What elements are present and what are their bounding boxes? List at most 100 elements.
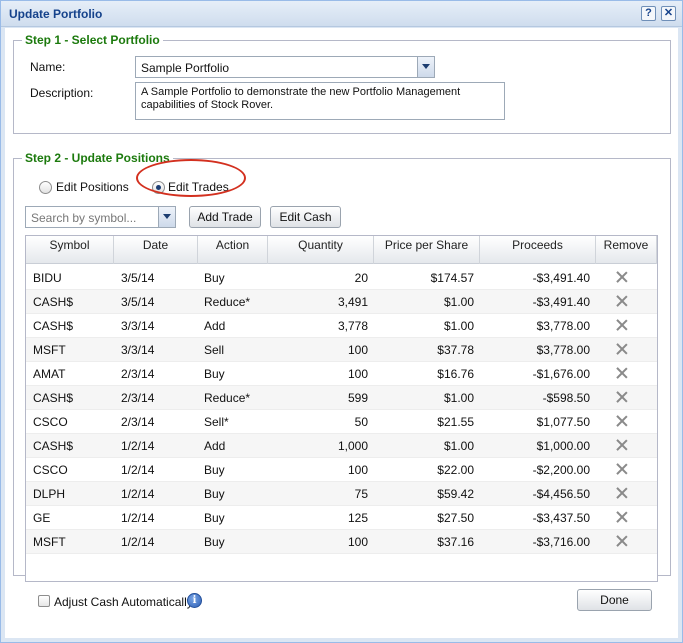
cell-action: Reduce* xyxy=(204,295,251,309)
cell-price: $1.00 xyxy=(443,391,474,405)
remove-row-x-icon[interactable] xyxy=(616,271,628,283)
cell-quantity: 50 xyxy=(354,415,368,429)
table-row[interactable]: MSFT 1/2/14 Buy 100 $37.16 -$3,716.00 xyxy=(26,530,657,554)
col-price[interactable]: Price per Share xyxy=(374,236,480,264)
description-field[interactable]: A Sample Portfolio to demonstrate the ne… xyxy=(135,82,505,120)
dialog-title: Update Portfolio xyxy=(9,7,103,21)
cell-price: $1.00 xyxy=(443,295,474,309)
table-row[interactable]: MSFT 3/3/14 Sell 100 $37.78 $3,778.00 xyxy=(26,338,657,362)
cell-date: 3/3/14 xyxy=(121,343,155,357)
remove-row-x-icon[interactable] xyxy=(616,367,628,379)
step1-fieldset: Step 1 - Select Portfolio Name: Sample P… xyxy=(13,33,671,134)
grid-header: Symbol Date Action Quantity Price per Sh… xyxy=(26,236,657,264)
cell-proceeds: $3,778.00 xyxy=(536,343,590,357)
remove-row-x-icon[interactable] xyxy=(616,295,628,307)
step2-legend: Step 2 - Update Positions xyxy=(22,151,173,165)
symbol-search-combo[interactable]: Search by symbol... xyxy=(25,206,176,228)
adjust-cash-label[interactable]: Adjust Cash Automatically xyxy=(54,595,193,609)
symbol-search-placeholder[interactable]: Search by symbol... xyxy=(31,211,136,225)
col-remove[interactable]: Remove xyxy=(596,236,657,264)
cell-action: Add xyxy=(204,319,226,333)
cell-action: Buy xyxy=(204,271,225,285)
cell-proceeds: $1,077.50 xyxy=(536,415,590,429)
col-proceeds[interactable]: Proceeds xyxy=(480,236,596,264)
cell-symbol: CSCO xyxy=(33,463,68,477)
table-row[interactable]: CASH$ 1/2/14 Add 1,000 $1.00 $1,000.00 xyxy=(26,434,657,458)
table-row[interactable]: DLPH 1/2/14 Buy 75 $59.42 -$4,456.50 xyxy=(26,482,657,506)
portfolio-dropdown-trigger[interactable] xyxy=(417,57,434,77)
edit-positions-label[interactable]: Edit Positions xyxy=(56,180,129,194)
cell-date: 1/2/14 xyxy=(121,511,155,525)
cell-proceeds: -$3,437.50 xyxy=(532,511,590,525)
cell-date: 1/2/14 xyxy=(121,439,155,453)
portfolio-name-combo[interactable]: Sample Portfolio xyxy=(135,56,435,78)
close-icon[interactable]: ✕ xyxy=(661,6,676,21)
cell-date: 1/2/14 xyxy=(121,535,155,549)
cell-price: $1.00 xyxy=(443,439,474,453)
cell-date: 3/3/14 xyxy=(121,319,155,333)
dialog-titlebar[interactable]: Update Portfolio ? ✕ xyxy=(1,1,682,27)
edit-cash-button[interactable]: Edit Cash xyxy=(270,206,341,228)
update-portfolio-dialog: Update Portfolio ? ✕ Step 1 - Select Por… xyxy=(0,0,683,643)
add-trade-button[interactable]: Add Trade xyxy=(189,206,261,228)
trades-grid: Symbol Date Action Quantity Price per Sh… xyxy=(25,235,658,582)
cell-action: Add xyxy=(204,439,226,453)
remove-row-x-icon[interactable] xyxy=(616,463,628,475)
cell-quantity: 599 xyxy=(347,391,368,405)
col-date[interactable]: Date xyxy=(114,236,198,264)
cell-date: 2/3/14 xyxy=(121,391,155,405)
remove-row-x-icon[interactable] xyxy=(616,319,628,331)
table-row[interactable]: GE 1/2/14 Buy 125 $27.50 -$3,437.50 xyxy=(26,506,657,530)
table-row[interactable]: AMAT 2/3/14 Buy 100 $16.76 -$1,676.00 xyxy=(26,362,657,386)
remove-row-x-icon[interactable] xyxy=(616,343,628,355)
table-row[interactable]: CASH$ 3/5/14 Reduce* 3,491 $1.00 -$3,491.40 xyxy=(26,290,657,314)
info-icon[interactable]: i xyxy=(187,593,202,608)
col-quantity[interactable]: Quantity xyxy=(268,236,374,264)
chevron-down-icon xyxy=(163,214,171,219)
table-row[interactable]: BIDU 3/5/14 Buy 20 $174.57 -$3,491.40 xyxy=(26,266,657,290)
cell-proceeds: $3,778.00 xyxy=(536,319,590,333)
remove-row-x-icon[interactable] xyxy=(616,487,628,499)
cell-action: Buy xyxy=(204,367,225,381)
cell-price: $174.57 xyxy=(430,271,474,285)
col-action[interactable]: Action xyxy=(198,236,268,264)
cell-price: $21.55 xyxy=(437,415,474,429)
symbol-dropdown-trigger[interactable] xyxy=(158,207,175,227)
cell-symbol: MSFT xyxy=(33,343,66,357)
portfolio-name-value: Sample Portfolio xyxy=(141,61,230,75)
col-symbol[interactable]: Symbol xyxy=(26,236,114,264)
cell-date: 1/2/14 xyxy=(121,487,155,501)
cell-quantity: 100 xyxy=(347,367,368,381)
step1-legend: Step 1 - Select Portfolio xyxy=(22,33,163,47)
cell-quantity: 1,000 xyxy=(337,439,368,453)
cell-quantity: 3,491 xyxy=(337,295,368,309)
cell-price: $37.16 xyxy=(437,535,474,549)
remove-row-x-icon[interactable] xyxy=(616,391,628,403)
table-row[interactable]: CSCO 1/2/14 Buy 100 $22.00 -$2,200.00 xyxy=(26,458,657,482)
table-row[interactable]: CSCO 2/3/14 Sell* 50 $21.55 $1,077.50 xyxy=(26,410,657,434)
cell-symbol: AMAT xyxy=(33,367,66,381)
cell-date: 2/3/14 xyxy=(121,367,155,381)
table-row[interactable]: CASH$ 2/3/14 Reduce* 599 $1.00 -$598.50 xyxy=(26,386,657,410)
edit-positions-radio[interactable] xyxy=(39,181,52,194)
cell-date: 2/3/14 xyxy=(121,415,155,429)
cell-price: $27.50 xyxy=(437,511,474,525)
remove-row-x-icon[interactable] xyxy=(616,535,628,547)
cell-quantity: 20 xyxy=(354,271,368,285)
help-icon[interactable]: ? xyxy=(641,6,656,21)
cell-price: $37.78 xyxy=(437,343,474,357)
cell-quantity: 3,778 xyxy=(337,319,368,333)
remove-row-x-icon[interactable] xyxy=(616,415,628,427)
cell-quantity: 100 xyxy=(347,463,368,477)
done-button[interactable]: Done xyxy=(577,589,652,611)
cell-price: $1.00 xyxy=(443,319,474,333)
remove-row-x-icon[interactable] xyxy=(616,439,628,451)
cell-price: $59.42 xyxy=(437,487,474,501)
table-row[interactable]: CASH$ 3/3/14 Add 3,778 $1.00 $3,778.00 xyxy=(26,314,657,338)
adjust-cash-checkbox[interactable] xyxy=(38,595,50,607)
cell-symbol: GE xyxy=(33,511,51,525)
cell-proceeds: -$598.50 xyxy=(542,391,590,405)
remove-row-x-icon[interactable] xyxy=(616,511,628,523)
cell-price: $16.76 xyxy=(437,367,474,381)
cell-proceeds: -$3,491.40 xyxy=(532,295,590,309)
